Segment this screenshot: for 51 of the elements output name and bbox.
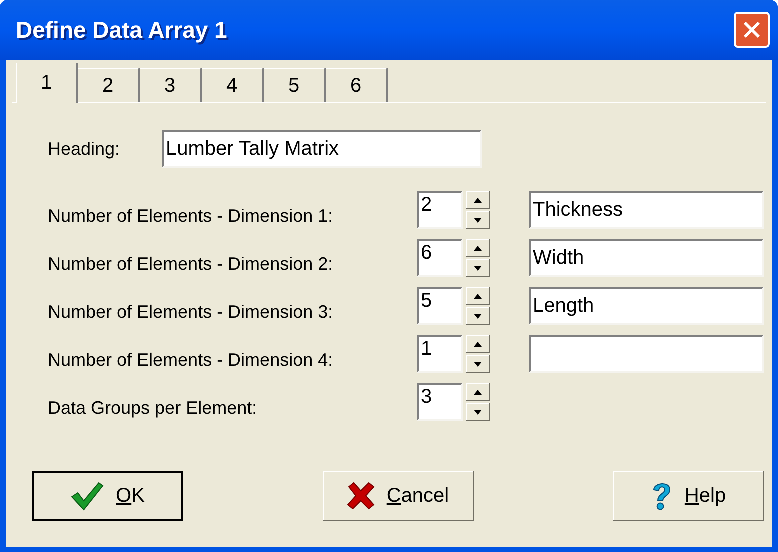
down-arrow-icon: [474, 266, 482, 270]
down-arrow-icon: [474, 218, 482, 222]
field-label: Number of Elements - Dimension 3:: [48, 300, 334, 324]
up-arrow-icon: [474, 390, 482, 394]
field-label: Heading:: [48, 138, 122, 161]
number-field[interactable]: 2: [417, 191, 463, 229]
ok-button[interactable]: OK: [32, 471, 183, 521]
tab[interactable]: 5: [264, 68, 326, 102]
spin-up-button[interactable]: [466, 191, 490, 209]
tab[interactable]: 1: [16, 63, 78, 103]
up-arrow-icon: [474, 246, 482, 250]
x-mark-icon: [346, 482, 375, 510]
tab[interactable]: 6: [326, 68, 388, 102]
close-button[interactable]: [734, 12, 770, 48]
up-arrow-icon: [474, 198, 482, 202]
help-button[interactable]: Help: [613, 471, 764, 521]
dimension-name-field[interactable]: Length: [529, 287, 764, 325]
field-label: Number of Elements - Dimension 1:: [48, 204, 334, 228]
spin-down-button[interactable]: [466, 211, 490, 229]
dimension-name-field[interactable]: Width: [529, 239, 764, 277]
spin-down-button[interactable]: [466, 355, 490, 373]
field-label: Number of Elements - Dimension 4:: [48, 348, 334, 372]
down-arrow-icon: [474, 410, 482, 414]
field-label: Data Groups per Element:: [48, 396, 258, 420]
heading-field[interactable]: Lumber Tally Matrix: [162, 130, 482, 168]
spin-down-button[interactable]: [466, 259, 490, 277]
dimension-name-field[interactable]: [529, 335, 764, 373]
window-title: Define Data Array 1: [16, 16, 228, 45]
down-arrow-icon: [474, 314, 482, 318]
close-icon: [743, 21, 761, 39]
question-mark-icon: [650, 481, 673, 511]
spin-up-button[interactable]: [466, 383, 490, 401]
field-label: Number of Elements - Dimension 2:: [48, 252, 334, 276]
up-arrow-icon: [474, 342, 482, 346]
number-field[interactable]: 6: [417, 239, 463, 277]
number-field[interactable]: 1: [417, 335, 463, 373]
checkmark-icon: [70, 481, 104, 511]
tab[interactable]: 3: [140, 68, 202, 102]
spin-down-button[interactable]: [466, 403, 490, 421]
spin-up-button[interactable]: [466, 335, 490, 353]
spin-down-button[interactable]: [466, 307, 490, 325]
spin-up-button[interactable]: [466, 239, 490, 257]
number-field[interactable]: 5: [417, 287, 463, 325]
tab[interactable]: 2: [78, 68, 140, 102]
dimension-name-field[interactable]: Thickness: [529, 191, 764, 229]
down-arrow-icon: [474, 362, 482, 366]
number-field[interactable]: 3: [417, 383, 463, 421]
up-arrow-icon: [474, 294, 482, 298]
spin-up-button[interactable]: [466, 287, 490, 305]
cancel-button[interactable]: Cancel: [322, 471, 474, 521]
tab[interactable]: 4: [202, 68, 264, 102]
